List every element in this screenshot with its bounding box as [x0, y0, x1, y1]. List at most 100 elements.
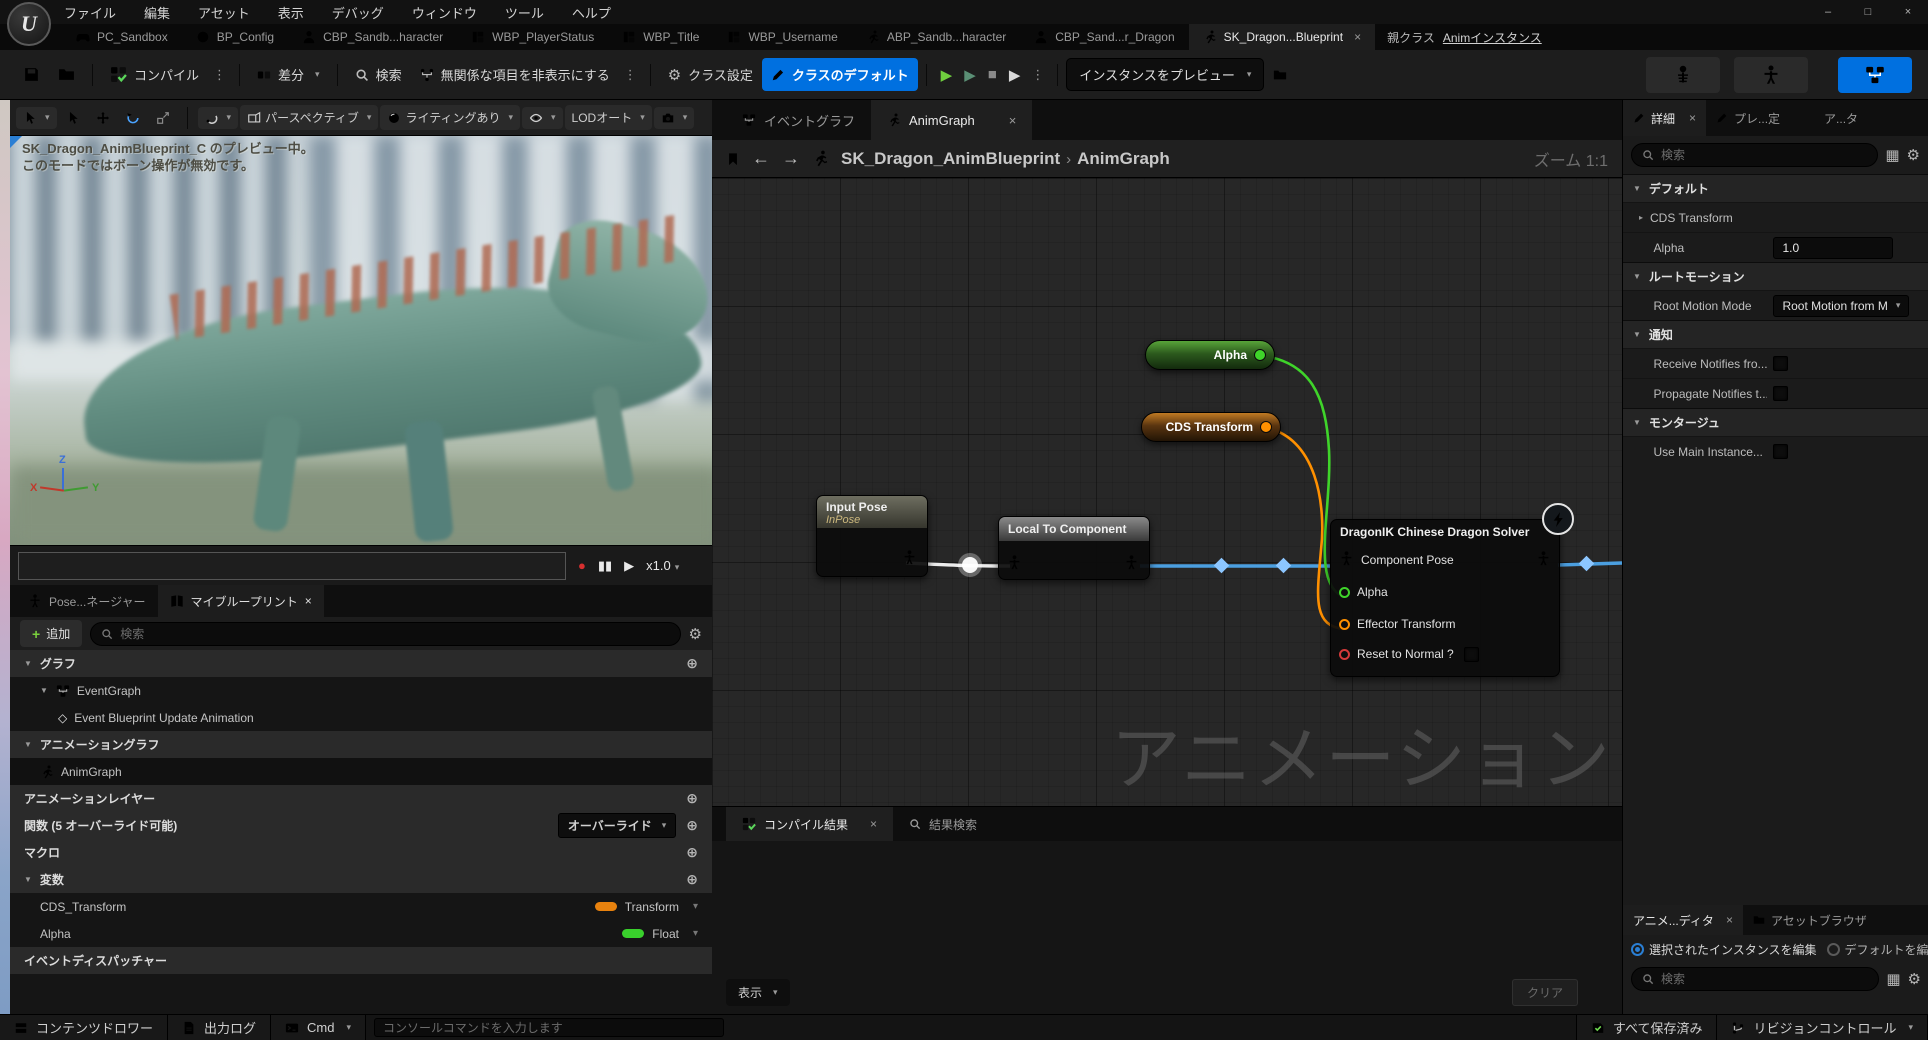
- hide-unrelated-button[interactable]: 無関係な項目を非表示にする: [411, 58, 619, 91]
- menu-help[interactable]: ヘルプ: [572, 3, 611, 22]
- show-flags-dropdown[interactable]: ▾: [522, 107, 563, 129]
- item-eventgraph[interactable]: ▼EventGraph: [10, 677, 712, 704]
- details-search[interactable]: [1631, 143, 1878, 167]
- save-button[interactable]: [14, 59, 49, 90]
- maximize-button[interactable]: □: [1848, 0, 1888, 24]
- record-button[interactable]: ●: [578, 558, 586, 573]
- tab-pc-sandbox[interactable]: PC_Sandbox: [62, 24, 182, 50]
- menu-edit[interactable]: 編集: [144, 3, 170, 22]
- timeline-track[interactable]: [18, 552, 566, 580]
- stop-button[interactable]: ■: [982, 66, 1003, 83]
- close-button[interactable]: ×: [1888, 0, 1928, 24]
- pose-output-pin[interactable]: [902, 550, 917, 568]
- frame-skip-button[interactable]: ▶: [958, 66, 982, 84]
- node-cds-transform-getter[interactable]: CDS Transform: [1141, 412, 1281, 442]
- tab-preview-settings[interactable]: プレ...定: [1706, 100, 1790, 136]
- receive-notifies-checkbox[interactable]: [1773, 356, 1788, 371]
- section-animation-layers[interactable]: アニメーションレイヤー⊕: [10, 785, 712, 812]
- pose-input-pin[interactable]: [1007, 555, 1022, 573]
- property-matrix-icon[interactable]: ▦: [1886, 970, 1900, 988]
- reset-checkbox[interactable]: [1464, 647, 1479, 662]
- node-local-to-component[interactable]: Local To Component: [998, 516, 1150, 580]
- my-blueprint-search[interactable]: [90, 622, 680, 646]
- section-graphs[interactable]: ▼グラフ⊕: [10, 650, 712, 677]
- lit-mode-dropdown[interactable]: ライティングあり▾: [380, 105, 520, 130]
- tab-wbp-playerstatus[interactable]: WBP_PlayerStatus: [457, 24, 608, 50]
- output-log-button[interactable]: 出力ログ: [168, 1015, 271, 1040]
- section-functions[interactable]: 関数 (5 オーバーライド可能)オーバーライド▾⊕: [10, 812, 712, 839]
- alpha-value-input[interactable]: [1773, 237, 1893, 259]
- menu-window[interactable]: ウィンドウ: [412, 3, 477, 22]
- revision-control-button[interactable]: リビジョンコントロール▾: [1717, 1015, 1928, 1040]
- node-alpha-getter[interactable]: Alpha: [1145, 340, 1275, 370]
- play-button[interactable]: ▶: [935, 66, 959, 84]
- hide-unrelated-options-icon[interactable]: ⋮: [619, 67, 642, 83]
- my-blueprint-search-input[interactable]: [120, 627, 669, 641]
- use-main-instance-checkbox[interactable]: [1773, 444, 1788, 459]
- viewport-menu-button[interactable]: ▾: [16, 107, 57, 129]
- browse-asset-button[interactable]: [49, 59, 84, 90]
- parent-class-link[interactable]: Animインスタンス: [1443, 29, 1542, 46]
- close-icon[interactable]: ×: [1009, 113, 1017, 128]
- tab-asset-browser[interactable]: アセットブラウザ: [1743, 905, 1877, 935]
- lod-dropdown[interactable]: LODオート▾: [565, 105, 652, 130]
- save-status-button[interactable]: すべて保存済み: [1576, 1015, 1718, 1040]
- transform-output-pin[interactable]: [1260, 421, 1272, 433]
- play-options-icon[interactable]: ⋮: [1026, 67, 1049, 83]
- tab-my-blueprint[interactable]: マイブループリント×: [158, 585, 324, 617]
- advance-button[interactable]: ▶: [1003, 66, 1027, 84]
- tab-abp-sandbox-character[interactable]: ABP_Sandb...haracter: [852, 24, 1020, 50]
- nav-back-icon[interactable]: ←: [752, 148, 770, 169]
- preview-viewport[interactable]: SK_Dragon_AnimBlueprint_C のプレビュー中。 このモード…: [10, 136, 712, 545]
- item-event-update-animation[interactable]: ◇Event Blueprint Update Animation: [10, 704, 712, 731]
- section-event-dispatchers[interactable]: イベントディスパッチャー: [10, 947, 712, 974]
- close-icon[interactable]: ×: [1354, 30, 1361, 44]
- class-defaults-button[interactable]: クラスのデフォルト: [762, 58, 918, 91]
- scale-tool-button[interactable]: [149, 107, 177, 129]
- anim-panel-search-input[interactable]: [1661, 972, 1868, 986]
- screenshot-dropdown[interactable]: ▾: [654, 107, 695, 129]
- details-settings-icon[interactable]: ⚙: [1907, 146, 1920, 164]
- tab-cbp-sand-dragon[interactable]: CBP_Sand...r_Dragon: [1020, 24, 1188, 50]
- propagate-notifies-checkbox[interactable]: [1773, 386, 1788, 401]
- find-button[interactable]: 検索: [346, 58, 411, 91]
- anim-blueprint-shortcut-button[interactable]: [1838, 57, 1912, 93]
- expand-icon[interactable]: ▸: [1639, 213, 1643, 222]
- close-icon[interactable]: ×: [1726, 913, 1733, 927]
- tab-asset-details[interactable]: ア...タ: [1814, 100, 1868, 136]
- details-search-input[interactable]: [1661, 148, 1867, 162]
- node-dragonik-solver[interactable]: DragonIK Chinese Dragon Solver Component…: [1330, 519, 1560, 677]
- perspective-dropdown[interactable]: パースペクティブ▾: [240, 105, 378, 130]
- content-drawer-button[interactable]: コンテンツドロワー: [0, 1015, 168, 1040]
- override-dropdown[interactable]: オーバーライド▾: [558, 813, 676, 838]
- tab-anim-preview-editor[interactable]: アニメ...ディタ×: [1623, 905, 1743, 935]
- nav-forward-icon[interactable]: →: [782, 148, 800, 169]
- tab-details[interactable]: 詳細×: [1623, 100, 1706, 136]
- add-graph-icon[interactable]: ⊕: [686, 655, 698, 672]
- menu-tools[interactable]: ツール: [505, 3, 544, 22]
- anim-panel-settings-icon[interactable]: ⚙: [1908, 970, 1921, 988]
- section-animation-graphs[interactable]: ▼アニメーショングラフ: [10, 731, 712, 758]
- alpha-input-pin[interactable]: [1339, 587, 1350, 598]
- add-layer-icon[interactable]: ⊕: [686, 790, 698, 807]
- rotate-tool-button[interactable]: [119, 107, 147, 129]
- section-default[interactable]: ▼デフォルト: [1623, 174, 1928, 202]
- pause-button[interactable]: ▮▮: [598, 558, 612, 574]
- effector-transform-input-pin[interactable]: [1339, 619, 1350, 630]
- tab-sk-dragon-blueprint[interactable]: SK_Dragon...Blueprint×: [1189, 24, 1375, 50]
- skeletal-mesh-shortcut-button[interactable]: [1734, 57, 1808, 93]
- compile-options-icon[interactable]: ⋮: [208, 67, 231, 83]
- console-command-input[interactable]: [374, 1018, 724, 1037]
- diff-button[interactable]: 差分▾: [248, 58, 329, 91]
- node-input-pose[interactable]: Input Pose InPose: [816, 495, 928, 577]
- section-root-motion[interactable]: ▼ルートモーション: [1623, 262, 1928, 290]
- settings-gear-icon[interactable]: ⚙: [689, 625, 702, 643]
- add-function-icon[interactable]: ⊕: [686, 817, 698, 834]
- tab-eventgraph[interactable]: イベントグラフ: [726, 100, 871, 140]
- component-pose-input-pin[interactable]: [1339, 551, 1354, 569]
- minimize-button[interactable]: –: [1808, 0, 1848, 24]
- tab-cbp-sandbox-character[interactable]: CBP_Sandb...haracter: [288, 24, 457, 50]
- tab-compiler-results[interactable]: コンパイル結果×: [726, 807, 893, 841]
- item-animgraph[interactable]: AnimGraph: [10, 758, 712, 785]
- select-tool-button[interactable]: [59, 107, 87, 129]
